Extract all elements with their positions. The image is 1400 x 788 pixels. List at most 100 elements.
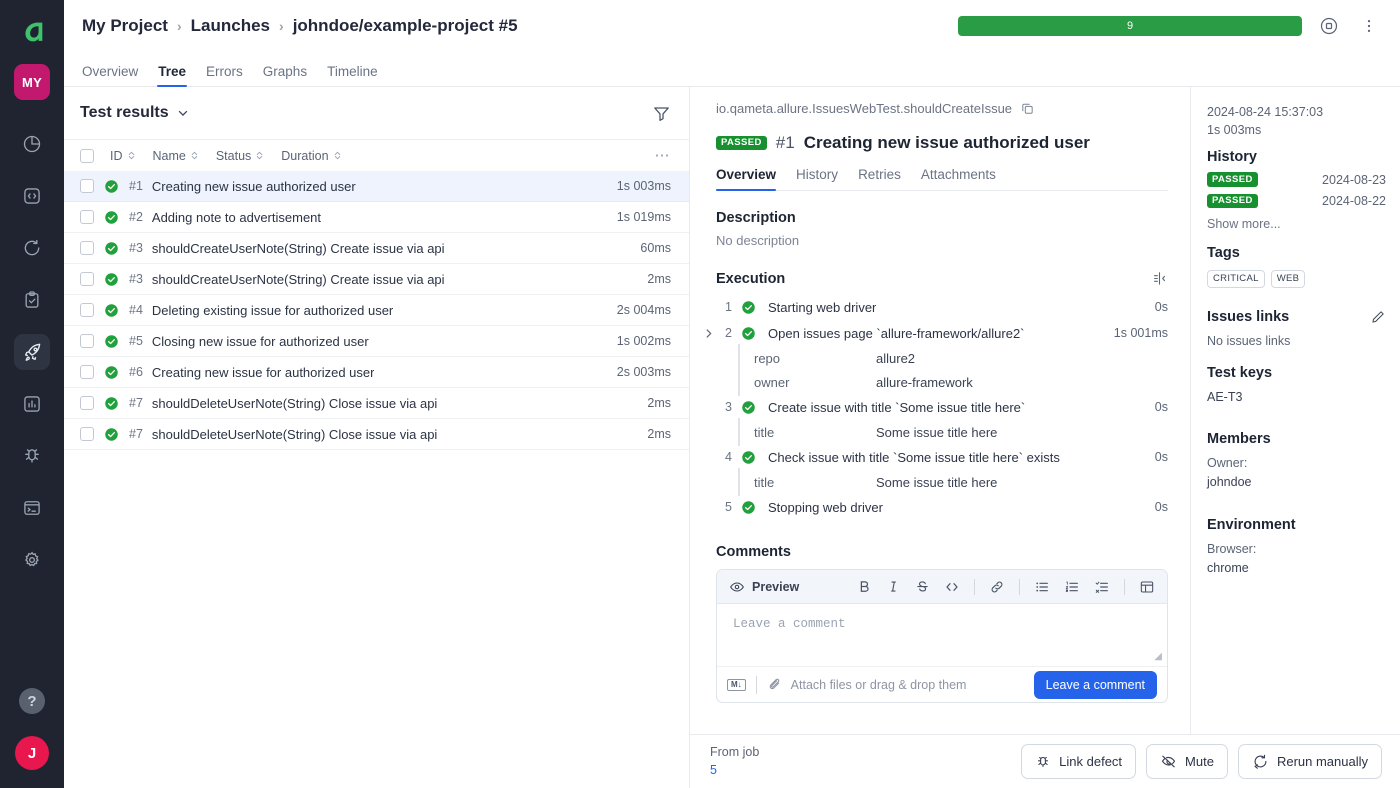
row-checkbox[interactable] <box>80 179 94 193</box>
chevron-right-icon[interactable] <box>702 327 715 340</box>
user-avatar[interactable]: J <box>15 736 49 770</box>
tab-graphs[interactable]: Graphs <box>263 64 307 86</box>
gear-icon[interactable] <box>14 542 50 578</box>
expand-collapse-icon[interactable] <box>1151 270 1168 287</box>
mute-button[interactable]: Mute <box>1146 744 1228 779</box>
bold-icon[interactable] <box>857 579 872 594</box>
tab-history[interactable]: History <box>796 167 838 190</box>
tab-retries[interactable]: Retries <box>858 167 901 190</box>
execution-step[interactable]: 1 Starting web driver 0s <box>716 294 1168 320</box>
terminal-icon[interactable] <box>14 490 50 526</box>
step-duration: 0s <box>1154 400 1168 414</box>
test-detail-scroll: io.qameta.allure.IssuesWebTest.shouldCre… <box>690 87 1400 734</box>
breadcrumb-launches[interactable]: Launches <box>191 16 270 36</box>
table-row[interactable]: #3 shouldCreateUserNote(String) Create is… <box>64 264 689 295</box>
execution-step[interactable]: 2 Open issues page `allure-framework/allu… <box>706 320 1168 346</box>
column-options-icon[interactable]: ⋯ <box>655 148 672 163</box>
table-icon[interactable] <box>1139 579 1155 595</box>
tab-attachments[interactable]: Attachments <box>921 167 996 190</box>
breadcrumb: My Project › Launches › johndoe/example-… <box>82 16 518 36</box>
tab-errors[interactable]: Errors <box>206 64 243 86</box>
numbered-list-icon[interactable] <box>1064 579 1080 595</box>
code-icon[interactable] <box>14 178 50 214</box>
code-icon[interactable] <box>944 579 960 595</box>
select-all-checkbox[interactable] <box>80 148 94 163</box>
tab-timeline[interactable]: Timeline <box>327 64 378 86</box>
history-item[interactable]: PASSED 2024-08-23 <box>1207 172 1386 187</box>
link-icon[interactable] <box>989 579 1005 595</box>
column-id[interactable]: ID <box>110 149 137 163</box>
execution-step[interactable]: 3 Create issue with title `Some issue tit… <box>716 394 1168 420</box>
column-status[interactable]: Status <box>216 149 265 163</box>
checklist-icon[interactable] <box>1094 579 1110 595</box>
execution-step[interactable]: 4 Check issue with title `Some issue titl… <box>716 444 1168 470</box>
bug-icon[interactable] <box>14 438 50 474</box>
rerun-manually-button[interactable]: Rerun manually <box>1237 744 1382 779</box>
sort-icon <box>189 150 200 161</box>
row-checkbox[interactable] <box>80 241 94 255</box>
table-row[interactable]: #3 shouldCreateUserNote(String) Create is… <box>64 233 689 264</box>
strikethrough-icon[interactable] <box>915 579 930 594</box>
step-label: Starting web driver <box>768 299 877 315</box>
sync-icon[interactable] <box>14 230 50 266</box>
submit-comment-button[interactable]: Leave a comment <box>1033 670 1157 699</box>
row-id: #1 <box>129 179 143 193</box>
allure-logo[interactable] <box>14 14 50 50</box>
table-row[interactable]: #4 Deleting existing issue for authorized… <box>64 295 689 326</box>
org-badge[interactable]: MY <box>14 64 50 100</box>
italic-icon[interactable] <box>886 579 901 594</box>
launch-progress-bar[interactable]: 9 <box>958 16 1302 36</box>
filter-icon[interactable] <box>652 104 671 123</box>
clipboard-check-icon[interactable] <box>14 282 50 318</box>
row-checkbox[interactable] <box>80 365 94 379</box>
row-name: Creating new issue authorized user <box>151 178 356 194</box>
column-duration[interactable]: Duration <box>281 149 342 163</box>
breadcrumb-project[interactable]: My Project <box>82 16 168 36</box>
table-row[interactable]: #5 Closing new issue for authorized user 1… <box>64 326 689 357</box>
kebab-menu-icon[interactable] <box>1356 13 1382 39</box>
table-row[interactable]: #7 shouldDeleteUserNote(String) Close iss… <box>64 419 689 450</box>
row-checkbox[interactable] <box>80 427 94 441</box>
history-item[interactable]: PASSED 2024-08-22 <box>1207 193 1386 209</box>
comment-input[interactable]: Leave a comment ◢ <box>717 604 1167 666</box>
markdown-icon[interactable]: M↓ <box>727 678 746 691</box>
table-row[interactable]: #2 Adding note to advertisement 1s 019ms <box>64 202 689 233</box>
row-checkbox[interactable] <box>80 303 94 317</box>
issues-links-title: Issues links <box>1207 308 1290 325</box>
bullet-list-icon[interactable] <box>1034 579 1050 595</box>
column-name[interactable]: Name <box>153 149 200 163</box>
preview-toggle[interactable]: Preview <box>729 579 799 595</box>
show-more-link[interactable]: Show more... <box>1207 217 1386 231</box>
table-row[interactable]: #1 Creating new issue authorized user 1s 0… <box>64 171 689 202</box>
chevron-down-icon[interactable] <box>176 106 190 120</box>
pencil-icon[interactable] <box>1370 309 1386 325</box>
from-job-link[interactable]: 5 <box>710 762 759 780</box>
link-defect-button[interactable]: Link defect <box>1021 744 1137 779</box>
bar-chart-icon[interactable] <box>14 386 50 422</box>
resize-grip[interactable]: ◢ <box>1154 651 1162 663</box>
table-row[interactable]: #6 Creating new issue for authorized user… <box>64 357 689 388</box>
tab-tree[interactable]: Tree <box>157 64 187 87</box>
row-checkbox[interactable] <box>80 210 94 224</box>
help-icon[interactable]: ? <box>19 688 45 714</box>
eye-icon <box>729 579 745 595</box>
tag-chip[interactable]: WEB <box>1270 270 1306 288</box>
tag-chip[interactable]: CRITICAL <box>1207 270 1265 288</box>
dashboards-icon[interactable] <box>14 126 50 162</box>
rocket-icon[interactable] <box>14 334 50 370</box>
table-row[interactable]: #7 shouldDeleteUserNote(String) Close iss… <box>64 388 689 419</box>
tab-overview[interactable]: Overview <box>716 167 777 191</box>
row-checkbox[interactable] <box>80 334 94 348</box>
tab-overview[interactable]: Overview <box>82 64 138 86</box>
row-id: #4 <box>129 303 143 317</box>
test-detail-tabs: Overview History Retries Attachments <box>716 167 1168 191</box>
row-duration: 60ms <box>640 241 671 255</box>
execution-step[interactable]: 5 Stopping web driver 0s <box>716 494 1168 520</box>
breadcrumb-current[interactable]: johndoe/example-project #5 <box>293 16 518 36</box>
attach-files-button[interactable]: Attach files or drag & drop them <box>767 677 966 693</box>
row-checkbox[interactable] <box>80 272 94 286</box>
stop-circle-icon[interactable] <box>1316 13 1342 39</box>
row-checkbox[interactable] <box>80 396 94 410</box>
copy-icon[interactable] <box>1020 101 1035 116</box>
page-header: My Project › Launches › johndoe/example-… <box>64 0 1400 52</box>
